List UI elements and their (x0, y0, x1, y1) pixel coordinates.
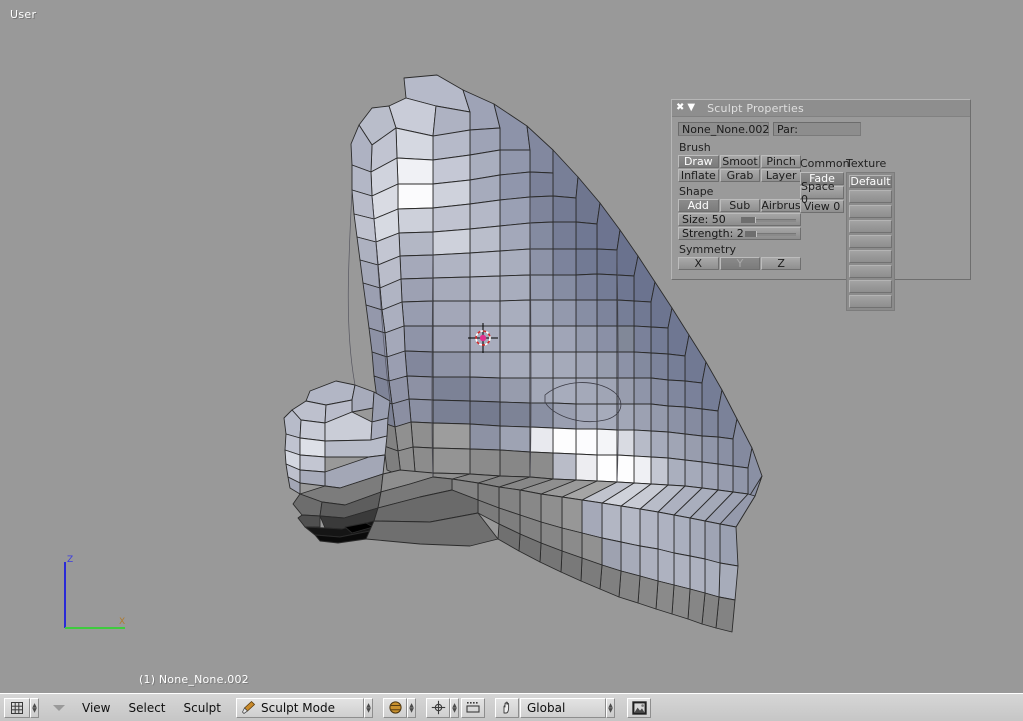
common-group-label: Common (800, 157, 850, 170)
draw-type-group[interactable]: ▲ ▼ (383, 697, 416, 718)
render-image-icon[interactable] (627, 697, 651, 718)
sculpt-properties-panel[interactable]: ✖ ▼ Sculpt Properties None_None.002 Par:… (671, 99, 971, 311)
brush-layer-button[interactable]: Layer (761, 169, 801, 182)
brush-group-label: Brush (679, 141, 711, 154)
common-space-button[interactable]: Space 0 (800, 180, 844, 206)
editor-type-stepper[interactable]: ▲ ▼ (30, 697, 39, 718)
orientation-group[interactable]: Global ▲ ▼ (495, 697, 615, 718)
axis-z-label: Z (67, 555, 73, 565)
active-object-label: (1) None_None.002 (139, 673, 249, 686)
brush-strength-label: Strength: 2 (682, 227, 744, 240)
grid-icon[interactable] (4, 697, 30, 718)
blender-window: User (1) None_None.002 Z X ✖ ▼ Sculpt Pr… (0, 0, 1023, 721)
texture-group-label: Texture (846, 157, 887, 170)
caret-down-icon[interactable] (53, 704, 65, 711)
symmetry-y-button[interactable]: Y (719, 257, 761, 270)
texture-slot[interactable] (849, 265, 892, 278)
brush-pinch-button[interactable]: Pinch (761, 155, 801, 168)
parent-field[interactable]: Par: (773, 122, 861, 136)
menu-select[interactable]: Select (119, 701, 174, 715)
grid-icon-glyph (11, 701, 23, 714)
texture-slot[interactable] (849, 250, 892, 263)
mode-selector[interactable]: Sculpt Mode (236, 697, 364, 718)
brush-strength-slider[interactable]: Strength: 2 (678, 227, 801, 240)
brush-smooth-button[interactable]: Smoot (719, 155, 761, 168)
texture-slot-list[interactable]: Default (846, 172, 895, 311)
panel-body: None_None.002 Par: Brush Draw Smoot Pinc… (672, 117, 970, 311)
mode-selector-group[interactable]: Sculpt Mode ▲ ▼ (236, 697, 373, 718)
texture-slot[interactable] (849, 235, 892, 248)
shape-sub-button[interactable]: Sub (719, 199, 760, 212)
3d-cursor (468, 323, 498, 353)
brush-grab-button[interactable]: Grab (719, 169, 761, 182)
brush-size-slider[interactable]: Size: 50 (678, 213, 801, 226)
render-group[interactable] (627, 697, 651, 718)
pivot-stepper[interactable]: ▲ ▼ (450, 697, 459, 718)
brush-inflate-button[interactable]: Inflate (678, 169, 719, 182)
header-toolbar[interactable]: ▲ ▼ View Select Sculpt Sculpt Mode ▲ ▼ ▲… (0, 693, 1023, 721)
symmetry-x-button[interactable]: X (678, 257, 719, 270)
texture-slot[interactable] (849, 280, 892, 293)
viewport-view-label: User (10, 8, 37, 21)
solid-shading-icon-glyph (388, 701, 402, 714)
brush-size-label: Size: 50 (682, 213, 726, 226)
brush-draw-button[interactable]: Draw (678, 155, 719, 168)
mode-label: Sculpt Mode (261, 700, 335, 715)
mode-stepper[interactable]: ▲ ▼ (364, 697, 373, 718)
symmetry-z-button[interactable]: Z (761, 257, 801, 270)
menu-view[interactable]: View (73, 701, 119, 715)
object-name-field[interactable]: None_None.002 (678, 122, 769, 136)
pivot-icon-glyph (431, 700, 445, 715)
brush-icon (242, 700, 256, 715)
snap-icon[interactable] (461, 697, 485, 718)
shape-airbrush-button[interactable]: Airbrus (761, 199, 801, 212)
texture-slot[interactable] (849, 190, 892, 203)
texture-slot[interactable] (849, 205, 892, 218)
hand-icon-glyph (503, 701, 509, 714)
chevron-down-icon[interactable]: ▼ (687, 103, 695, 113)
draw-type-stepper[interactable]: ▲ ▼ (407, 697, 416, 718)
texture-slot[interactable]: Default (849, 175, 892, 188)
panel-header[interactable]: ✖ ▼ Sculpt Properties (672, 100, 970, 117)
parent-label: Par: (777, 122, 798, 136)
solid-shading-icon[interactable] (383, 697, 407, 718)
common-view-button[interactable]: View 0 (800, 200, 844, 213)
close-icon[interactable]: ✖ (676, 103, 684, 113)
orientation-selector[interactable]: Global (520, 697, 606, 718)
panel-title: Sculpt Properties (707, 101, 804, 115)
axis-x-label: X (119, 617, 125, 627)
pivot-group[interactable]: ▲ ▼ (426, 697, 485, 718)
menu-sculpt[interactable]: Sculpt (175, 701, 230, 715)
snap-icon-glyph (465, 702, 480, 713)
shape-group-label: Shape (679, 185, 714, 198)
orientation-stepper[interactable]: ▲ ▼ (606, 697, 615, 718)
render-image-icon-glyph (631, 700, 647, 715)
shape-add-button[interactable]: Add (678, 199, 719, 212)
symmetry-group-label: Symmetry (679, 243, 737, 256)
texture-slot[interactable] (849, 220, 892, 233)
orientation-label: Global (527, 700, 566, 715)
hand-icon[interactable] (495, 697, 519, 718)
editor-type-group[interactable]: ▲ ▼ (4, 697, 39, 718)
texture-slot[interactable] (849, 295, 892, 308)
axis-gizmo: Z X (64, 555, 125, 629)
pivot-icon[interactable] (426, 697, 450, 718)
